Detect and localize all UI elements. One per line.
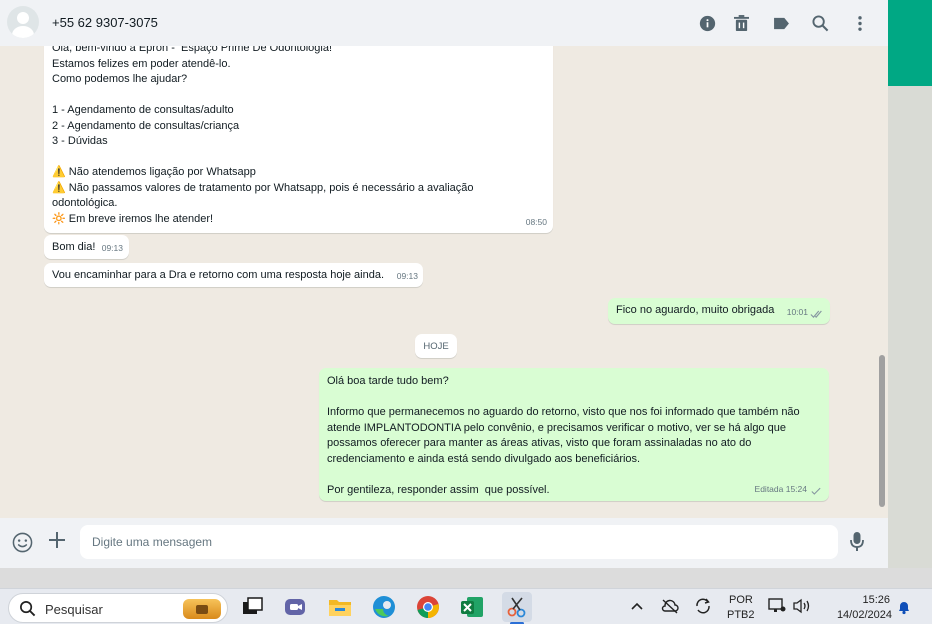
clock-time[interactable]: 15:26 bbox=[846, 594, 890, 606]
message-line: Olá, bem-vindo à Epron - Espaço Prime De… bbox=[52, 46, 333, 54]
sent-tick-icon bbox=[811, 487, 821, 495]
chat-header[interactable]: +55 62 9307-3075 bbox=[0, 0, 888, 46]
info-icon[interactable] bbox=[696, 12, 718, 34]
avatar-body bbox=[12, 26, 34, 38]
edge-browser-icon[interactable] bbox=[371, 594, 397, 620]
search-messages-icon[interactable] bbox=[809, 12, 831, 34]
read-ticks-icon bbox=[810, 310, 822, 318]
message-outgoing[interactable]: Olá boa tarde tudo bem? Informo que perm… bbox=[319, 368, 829, 501]
message-time: Editada 15:24 bbox=[754, 483, 807, 494]
search-label: Pesquisar bbox=[45, 602, 103, 617]
file-explorer-icon[interactable] bbox=[327, 594, 353, 620]
message-line: 2 - Agendamento de consultas/criança bbox=[52, 119, 240, 132]
message-line bbox=[327, 467, 821, 483]
search-icon bbox=[19, 600, 37, 618]
message-line: atende IMPLANTODONTIA pelo convênio, e p… bbox=[327, 421, 786, 434]
message-input[interactable] bbox=[80, 525, 838, 559]
menu-kebab-icon[interactable] bbox=[849, 12, 871, 34]
contact-name[interactable]: +55 62 9307-3075 bbox=[52, 15, 158, 30]
message-line bbox=[52, 150, 545, 166]
message-line bbox=[52, 88, 545, 104]
clock-date[interactable]: 14/02/2024 bbox=[826, 609, 892, 621]
side-accent-strip bbox=[888, 0, 932, 86]
message-line bbox=[327, 390, 821, 406]
message-line: odontológica. bbox=[52, 197, 118, 209]
teams-icon[interactable] bbox=[282, 594, 308, 620]
message-line: credenciamento e ainda está sendo divulg… bbox=[327, 452, 641, 465]
message-list[interactable]: Olá, bem-vindo à Epron - Espaço Prime De… bbox=[0, 46, 888, 518]
message-incoming[interactable]: Olá, bem-vindo à Epron - Espaço Prime De… bbox=[44, 46, 553, 233]
microphone-icon[interactable] bbox=[850, 532, 870, 554]
message-time: 10:01 bbox=[786, 306, 808, 317]
chevron-up-icon[interactable] bbox=[630, 599, 644, 616]
message-outgoing[interactable]: Fico no aguardo, muito obrigada 10:01 bbox=[608, 298, 830, 324]
task-view-icon[interactable] bbox=[240, 594, 266, 620]
message-line: Vou encaminhar para a Dra e retorno com … bbox=[52, 269, 385, 281]
cloud-off-icon[interactable] bbox=[661, 598, 679, 617]
taskbar-search[interactable]: Pesquisar bbox=[8, 593, 228, 623]
message-line: possamos oferecer para manter as áreas a… bbox=[327, 437, 752, 449]
trash-icon[interactable] bbox=[730, 12, 752, 34]
chrome-browser-icon[interactable] bbox=[415, 594, 441, 620]
message-line: Estamos felizes em poder atendê-lo. bbox=[52, 57, 231, 70]
volume-icon[interactable] bbox=[792, 598, 812, 617]
avatar[interactable] bbox=[7, 6, 39, 38]
taskbar: Pesquisar POR PTB2 15:26 14/02/2024 bbox=[0, 588, 932, 624]
message-line: 3 - Dúvidas bbox=[52, 135, 108, 147]
message-incoming[interactable]: Bom dia! 09:13 bbox=[44, 235, 129, 259]
message-line: Olá boa tarde tudo bem? bbox=[327, 375, 449, 387]
day-separator: HOJE bbox=[415, 334, 457, 358]
message-line: Como podemos lhe ajudar? bbox=[52, 73, 188, 85]
sync-icon[interactable] bbox=[694, 597, 712, 618]
message-time: 09:13 bbox=[396, 270, 418, 281]
message-line: ⚠️ Não atendemos ligação por Whatsapp bbox=[52, 166, 256, 178]
message-line: Por gentileza, responder assim que possí… bbox=[327, 483, 550, 496]
message-line: Informo que permanecemos no aguardo do r… bbox=[327, 406, 800, 418]
chat-window: +55 62 9307-3075 Olá, bem-vindo à Epron … bbox=[0, 0, 888, 568]
label-icon[interactable] bbox=[770, 12, 792, 34]
message-line: 🔆 Em breve iremos lhe atender! bbox=[52, 212, 214, 225]
keyboard-layout[interactable]: PTB2 bbox=[727, 609, 755, 621]
excel-icon[interactable] bbox=[459, 594, 485, 620]
notification-bell-icon[interactable] bbox=[896, 599, 912, 618]
scrollbar-thumb[interactable] bbox=[879, 355, 885, 507]
briefcase-icon bbox=[183, 599, 221, 619]
message-line: 1 - Agendamento de consultas/adulto bbox=[52, 104, 234, 116]
emoji-icon[interactable] bbox=[12, 532, 34, 554]
message-incoming[interactable]: Vou encaminhar para a Dra e retorno com … bbox=[44, 263, 423, 287]
avatar-head bbox=[17, 12, 29, 24]
message-time: 09:13 bbox=[101, 242, 123, 253]
message-line: ⚠️ Não passamos valores de tratamento po… bbox=[52, 181, 474, 194]
message-time: 08:50 bbox=[525, 216, 547, 227]
input-language[interactable]: POR bbox=[729, 594, 753, 606]
snipping-tool-icon[interactable] bbox=[502, 592, 532, 622]
attach-plus-icon[interactable] bbox=[46, 531, 68, 553]
network-icon[interactable] bbox=[768, 598, 786, 617]
composer bbox=[0, 518, 888, 568]
